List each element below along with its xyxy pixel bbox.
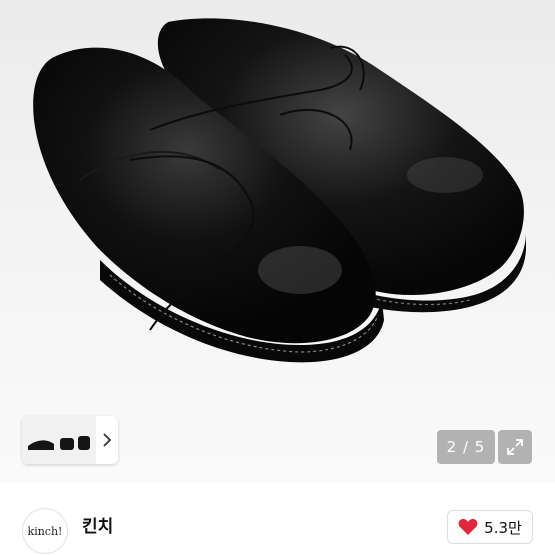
expand-button[interactable] xyxy=(498,430,532,464)
chevron-right-icon[interactable] xyxy=(96,416,118,464)
product-image[interactable] xyxy=(0,0,555,483)
like-button[interactable]: 5.3만 xyxy=(447,510,533,544)
page-indicator: 2 / 5 xyxy=(437,430,495,464)
expand-icon xyxy=(507,439,523,455)
like-count: 5.3만 xyxy=(484,518,522,537)
thumbnail-image[interactable] xyxy=(22,416,96,464)
store-avatar-text: kinch! xyxy=(27,524,63,538)
store-avatar[interactable]: kinch! xyxy=(22,508,68,554)
heart-icon xyxy=(458,519,478,535)
shoes-photo xyxy=(33,18,526,363)
thumbnail-strip[interactable] xyxy=(22,416,118,464)
store-name[interactable]: 킨치 xyxy=(82,512,113,537)
